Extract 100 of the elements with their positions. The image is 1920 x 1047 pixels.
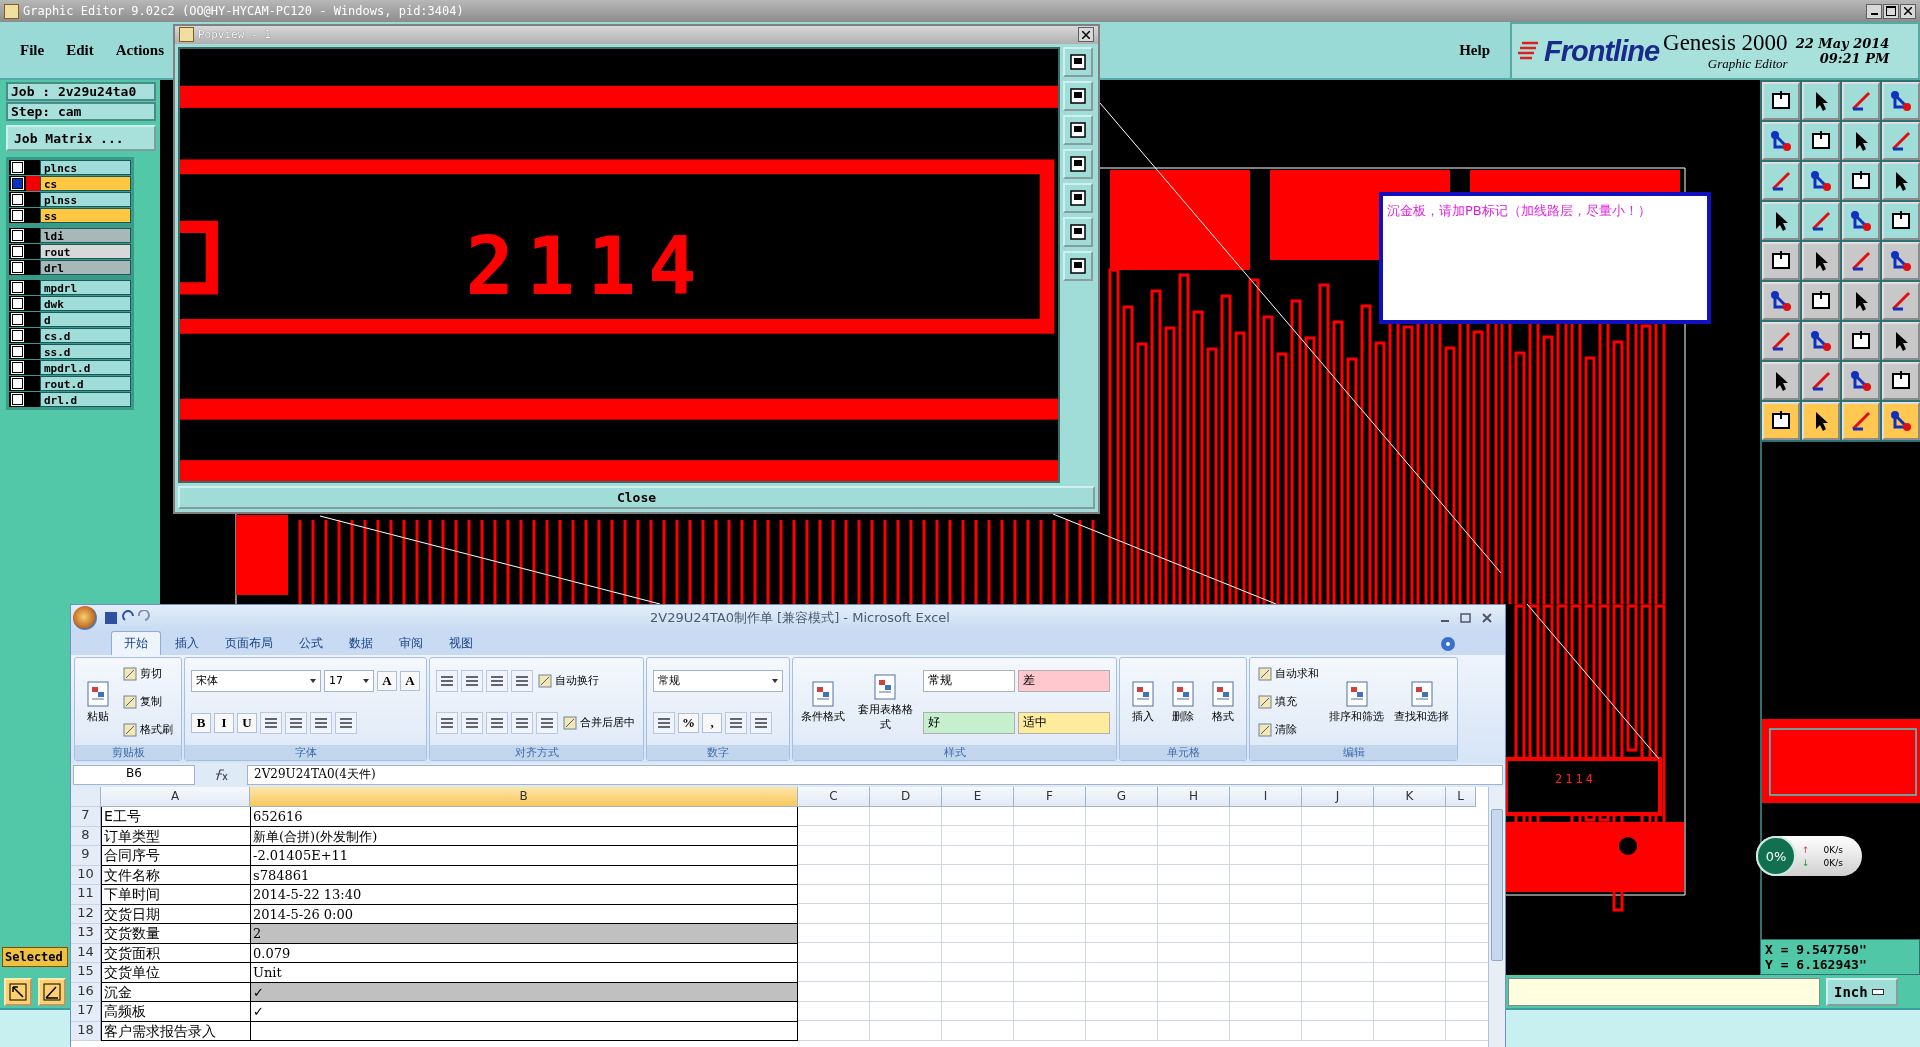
column-header[interactable]: A xyxy=(101,787,250,807)
cell-style[interactable]: 适中 xyxy=(1018,711,1110,734)
row-header[interactable]: 18 xyxy=(71,1021,101,1041)
layer-name[interactable]: cs xyxy=(40,176,131,191)
toolbar-button[interactable] xyxy=(1842,282,1880,320)
help-icon[interactable] xyxy=(1441,637,1455,651)
minimize-button[interactable] xyxy=(1866,3,1882,19)
layer-checkbox[interactable] xyxy=(12,346,23,357)
toolbar-button[interactable] xyxy=(1762,362,1800,400)
layer-name[interactable]: cs.d xyxy=(40,328,131,343)
toolbar-button[interactable] xyxy=(1762,82,1800,120)
view-button[interactable] xyxy=(1063,182,1093,213)
ribbon-button[interactable]: 排序和筛选 xyxy=(1327,679,1386,724)
column-header[interactable]: B xyxy=(250,787,798,807)
ribbon-button[interactable]: 粘贴 xyxy=(81,679,115,724)
row-header[interactable]: 17 xyxy=(71,1002,101,1022)
toolbar-button[interactable] xyxy=(1882,162,1920,200)
layer-checkbox[interactable] xyxy=(12,246,23,257)
ribbon-button[interactable]: 剪切 xyxy=(121,665,164,682)
toolbar-button[interactable] xyxy=(1802,122,1840,160)
lines-icon[interactable] xyxy=(461,669,483,692)
ribbon-tab[interactable]: 插入 xyxy=(163,632,211,655)
view-button[interactable] xyxy=(1063,114,1093,145)
lines-icon[interactable] xyxy=(725,711,747,734)
toolbar-button[interactable] xyxy=(1802,82,1840,120)
lines-icon[interactable] xyxy=(750,711,772,734)
layer-checkbox[interactable] xyxy=(12,210,23,221)
cell-style[interactable]: 差 xyxy=(1018,669,1110,692)
ribbon-button[interactable]: 格式刷 xyxy=(121,721,175,738)
ribbon-button[interactable]: 套用表格格式 xyxy=(853,671,917,732)
zoom-button[interactable] xyxy=(4,977,32,1006)
ribbon-button[interactable]: 查找和选择 xyxy=(1392,679,1451,724)
lines-icon[interactable] xyxy=(511,711,533,734)
toolbar-button[interactable] xyxy=(1802,322,1840,360)
toolbar-button[interactable] xyxy=(1842,362,1880,400)
lines-icon[interactable] xyxy=(511,669,533,692)
row-header[interactable]: 10 xyxy=(71,865,101,885)
layer-name[interactable]: mpdrl xyxy=(40,280,131,295)
ribbon-button[interactable]: 插入 xyxy=(1126,679,1160,724)
toolbar-button[interactable] xyxy=(1802,242,1840,280)
layer-name[interactable]: ss.d xyxy=(40,344,131,359)
close-button[interactable] xyxy=(1078,27,1094,43)
lines-icon[interactable] xyxy=(436,669,458,692)
layer-name[interactable]: drl.d xyxy=(40,392,131,407)
menu-item[interactable]: Edit xyxy=(66,41,94,59)
view-button[interactable] xyxy=(1063,148,1093,179)
lines-icon[interactable] xyxy=(653,711,675,734)
column-header[interactable]: K xyxy=(1374,787,1446,807)
layer-checkbox[interactable] xyxy=(12,178,23,189)
layer-name[interactable]: ss xyxy=(40,208,131,223)
toolbar-button[interactable] xyxy=(1842,322,1880,360)
ribbon-tab[interactable]: 审阅 xyxy=(387,632,435,655)
toolbar-button[interactable] xyxy=(1882,82,1920,120)
layer-checkbox[interactable] xyxy=(12,330,23,341)
ribbon-tab[interactable]: 视图 xyxy=(437,632,485,655)
close-button[interactable] xyxy=(1900,3,1916,19)
menu-item[interactable]: File xyxy=(20,41,45,59)
ribbon-tab[interactable]: 页面布局 xyxy=(213,632,285,655)
column-header[interactable]: J xyxy=(1302,787,1374,807)
toolbar-button[interactable] xyxy=(1762,202,1800,240)
layer-checkbox[interactable] xyxy=(12,394,23,405)
measure-button[interactable] xyxy=(38,977,66,1006)
column-header[interactable]: F xyxy=(1014,787,1086,807)
ribbon-button[interactable]: 自动求和 xyxy=(1256,665,1321,682)
menu-item[interactable]: Actions xyxy=(115,41,164,59)
lines-icon[interactable] xyxy=(461,711,483,734)
row-header[interactable]: 16 xyxy=(71,982,101,1002)
ribbon-button[interactable]: 清除 xyxy=(1256,721,1299,738)
toolbar-button[interactable] xyxy=(1762,282,1800,320)
format-button[interactable]: , xyxy=(702,712,722,733)
lines-icon[interactable] xyxy=(310,711,332,734)
toolbar-button[interactable] xyxy=(1882,362,1920,400)
close-button[interactable]: Close xyxy=(178,485,1095,509)
column-header[interactable]: C xyxy=(798,787,870,807)
row-header[interactable]: 13 xyxy=(71,924,101,944)
toolbar-button[interactable] xyxy=(1842,122,1880,160)
layer-checkbox[interactable] xyxy=(12,298,23,309)
lines-icon[interactable] xyxy=(285,711,307,734)
layer-checkbox[interactable] xyxy=(12,262,23,273)
lines-icon[interactable] xyxy=(486,711,508,734)
layer-checkbox[interactable] xyxy=(12,378,23,389)
row-header[interactable]: 14 xyxy=(71,943,101,963)
column-header[interactable]: I xyxy=(1230,787,1302,807)
ribbon-button[interactable]: 格式 xyxy=(1206,679,1240,724)
lines-icon[interactable] xyxy=(536,711,558,734)
lines-icon[interactable] xyxy=(436,711,458,734)
maximize-button[interactable] xyxy=(1883,3,1899,19)
toolbar-button[interactable] xyxy=(1762,122,1800,160)
toolbar-button[interactable] xyxy=(1842,202,1880,240)
toolbar-button[interactable] xyxy=(1882,402,1920,440)
name-box[interactable]: B6 xyxy=(73,765,195,785)
column-header[interactable]: H xyxy=(1158,787,1230,807)
ribbon-tab[interactable]: 数据 xyxy=(337,632,385,655)
ribbon-button[interactable]: 自动换行 xyxy=(536,672,601,689)
toolbar-button[interactable] xyxy=(1882,242,1920,280)
toolbar-button[interactable] xyxy=(1802,282,1840,320)
row-header[interactable]: 12 xyxy=(71,904,101,924)
column-header[interactable]: D xyxy=(870,787,942,807)
dropdown-field[interactable]: 17 xyxy=(324,669,374,692)
cell-style[interactable]: 好 xyxy=(923,711,1015,734)
